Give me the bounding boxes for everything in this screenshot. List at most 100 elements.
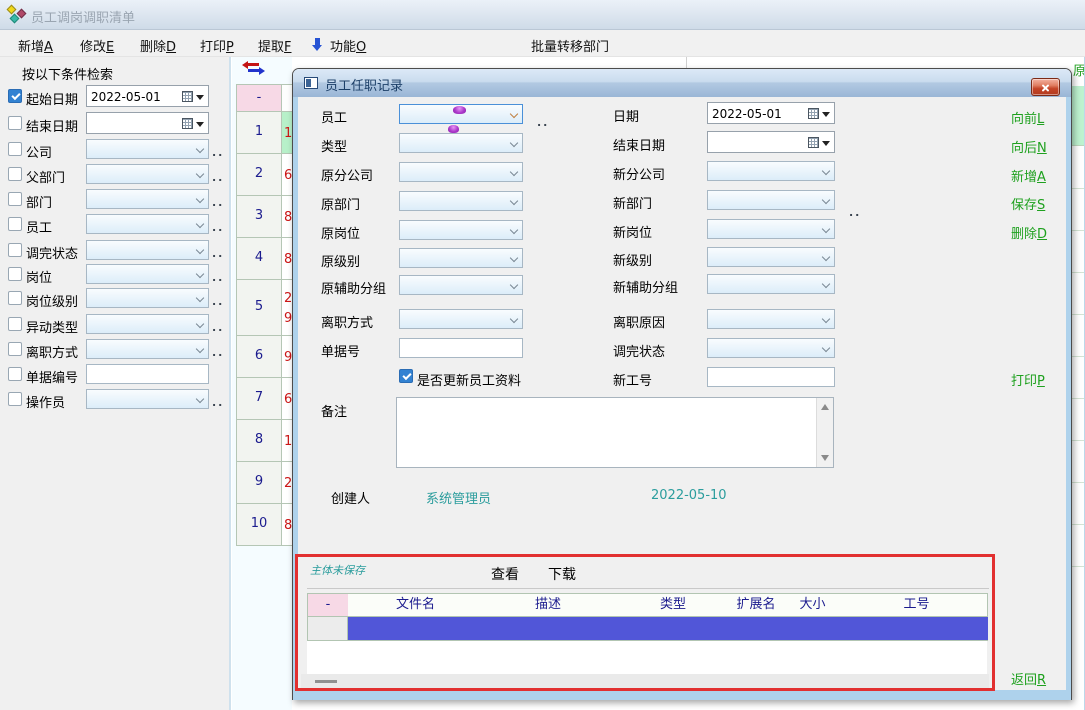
filter-combo-8[interactable] [86, 288, 209, 308]
print-button[interactable]: 打印P [200, 36, 234, 55]
left-combo-1[interactable] [399, 133, 523, 153]
right-combo-3[interactable] [707, 190, 835, 210]
left-combo-5[interactable] [399, 248, 523, 268]
grid-row-number[interactable]: 8 [236, 420, 282, 462]
filter-more-dots-6[interactable]: .. [212, 247, 224, 260]
grid-row-number[interactable]: 6 [236, 336, 282, 378]
filter-checkbox-7[interactable] [8, 267, 22, 281]
filter-checkbox-3[interactable] [8, 167, 22, 181]
attachment-selected-row[interactable] [348, 617, 988, 641]
filter-more-dots-10[interactable]: .. [212, 346, 224, 359]
grid-row-number[interactable]: 10 [236, 504, 282, 546]
right-more-dots-3[interactable]: .. [849, 206, 861, 219]
left-combo-2[interactable] [399, 162, 523, 182]
filter-combo-6[interactable] [86, 240, 209, 260]
filter-checkbox-9[interactable] [8, 317, 22, 331]
extract-button[interactable]: 提取F [258, 36, 292, 55]
filter-checkbox-8[interactable] [8, 291, 22, 305]
scroll-up-icon[interactable] [821, 404, 829, 410]
filter-checkbox-4[interactable] [8, 192, 22, 206]
right-date-1[interactable] [707, 131, 835, 153]
nav-link-3[interactable]: 保存S [1011, 194, 1045, 213]
filter-checkbox-11[interactable] [8, 367, 22, 381]
filter-combo-12[interactable] [86, 389, 209, 409]
filter-combo-5[interactable] [86, 214, 209, 234]
filter-input-11[interactable] [86, 364, 209, 384]
delete-button[interactable]: 删除D [140, 36, 176, 55]
right-combo-8[interactable] [707, 338, 835, 358]
right-input-9[interactable] [707, 367, 835, 387]
back-link[interactable]: 返回R [1011, 669, 1046, 688]
filter-more-dots-4[interactable]: .. [212, 196, 224, 209]
filter-checkbox-5[interactable] [8, 217, 22, 231]
attachment-col-header-6[interactable]: 工号 [846, 593, 988, 617]
view-button[interactable]: 查看 [491, 564, 519, 584]
right-date-0[interactable]: 2022-05-01 [707, 102, 835, 124]
batch-transfer-button[interactable]: 批量转移部门 [531, 36, 609, 55]
nav-link-0[interactable]: 向前L [1011, 108, 1044, 127]
filter-more-dots-3[interactable]: .. [212, 171, 224, 184]
right-combo-5[interactable] [707, 247, 835, 267]
scrollbar[interactable] [816, 398, 833, 467]
filter-more-dots-7[interactable]: .. [212, 271, 224, 284]
filter-combo-10[interactable] [86, 339, 209, 359]
filter-more-dots-12[interactable]: .. [212, 396, 224, 409]
new-button[interactable]: 新增A [18, 36, 53, 55]
attachment-col-header-4[interactable]: 扩展名 [733, 593, 780, 617]
left-combo-4[interactable] [399, 220, 523, 240]
attachment-col-header-1[interactable]: 文件名 [348, 593, 484, 617]
right-combo-4[interactable] [707, 219, 835, 239]
filter-checkbox-2[interactable] [8, 142, 22, 156]
grid-row-number[interactable]: 3 [236, 196, 282, 238]
filter-checkbox-6[interactable] [8, 243, 22, 257]
filter-combo-2[interactable] [86, 139, 209, 159]
remark-textarea[interactable] [396, 397, 834, 468]
grid-row-number[interactable]: 1 [236, 112, 282, 154]
attachment-hscroll[interactable] [301, 674, 989, 688]
right-combo-7[interactable] [707, 309, 835, 329]
modify-button[interactable]: 修改E [80, 36, 114, 55]
nav-link-2[interactable]: 新增A [1011, 166, 1046, 185]
right-combo-2[interactable] [707, 161, 835, 181]
nav-link-1[interactable]: 向后N [1011, 137, 1047, 156]
filter-checkbox-1[interactable] [8, 116, 22, 130]
filter-more-dots-8[interactable]: .. [212, 295, 224, 308]
filter-more-dots-2[interactable]: .. [212, 146, 224, 159]
filter-combo-3[interactable] [86, 164, 209, 184]
attachment-col-header-5[interactable]: 大小 [779, 593, 847, 617]
attachment-col-header-0[interactable]: - [307, 593, 349, 617]
print-link[interactable]: 打印P [1011, 370, 1045, 389]
left-combo-6[interactable] [399, 275, 523, 295]
grid-row-number[interactable]: 4 [236, 238, 282, 280]
attachment-hscroll-thumb[interactable] [315, 680, 337, 683]
grid-row-number[interactable]: 2 [236, 154, 282, 196]
grid-row-number[interactable]: 5 [236, 280, 282, 336]
function-button[interactable]: 功能O [330, 36, 366, 55]
swap-columns-icon[interactable] [243, 59, 265, 77]
filter-checkbox-10[interactable] [8, 342, 22, 356]
filter-date-1[interactable] [86, 112, 209, 134]
update-employee-checkbox[interactable] [399, 369, 413, 383]
grid-corner-cell[interactable]: - [236, 84, 282, 112]
filter-checkbox-12[interactable] [8, 392, 22, 406]
grid-row-number[interactable]: 7 [236, 378, 282, 420]
filter-more-dots-5[interactable]: .. [212, 221, 224, 234]
filter-date-0[interactable]: 2022-05-01 [86, 85, 209, 107]
left-combo-7[interactable] [399, 309, 523, 329]
filter-combo-4[interactable] [86, 189, 209, 209]
filter-combo-9[interactable] [86, 314, 209, 334]
filter-checkbox-0[interactable] [8, 89, 22, 103]
attachment-row-selector[interactable] [307, 617, 348, 641]
grid-row-number[interactable]: 9 [236, 462, 282, 504]
right-combo-6[interactable] [707, 274, 835, 294]
filter-more-dots-9[interactable]: .. [212, 321, 224, 334]
left-combo-3[interactable] [399, 191, 523, 211]
filter-combo-7[interactable] [86, 264, 209, 284]
scroll-down-icon[interactable] [821, 455, 829, 461]
left-input-8[interactable] [399, 338, 523, 358]
left-more-dots-0[interactable]: .. [537, 116, 549, 129]
nav-link-4[interactable]: 删除D [1011, 223, 1047, 242]
download-button[interactable]: 下载 [548, 564, 576, 584]
attachment-col-header-3[interactable]: 类型 [613, 593, 734, 617]
attachment-col-header-2[interactable]: 描述 [483, 593, 614, 617]
